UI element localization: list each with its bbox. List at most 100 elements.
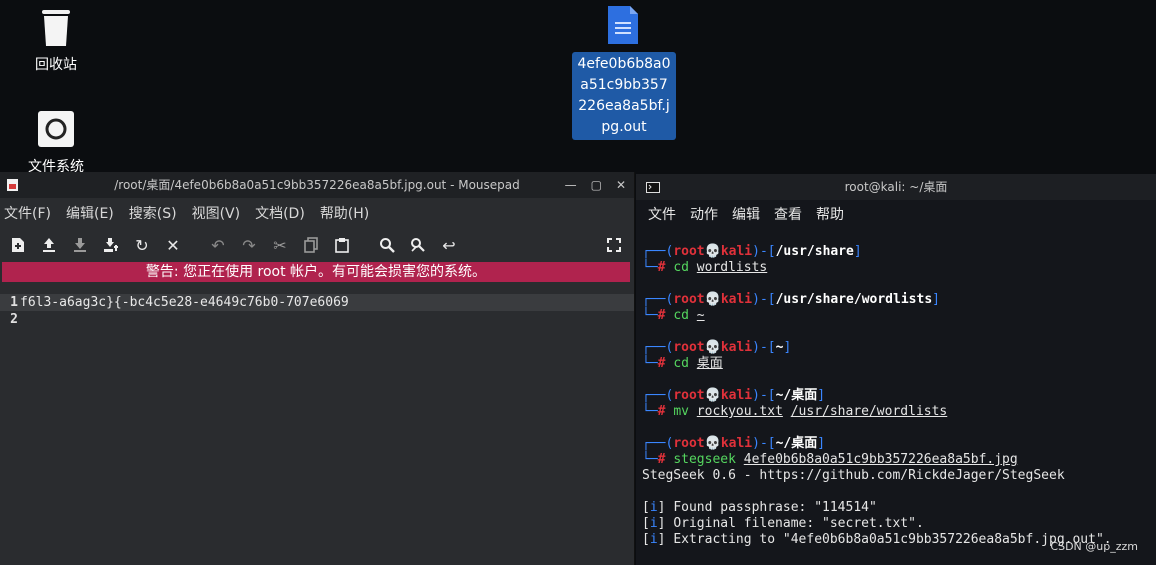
terminal-titlebar[interactable]: root@kali: ~/桌面 (636, 174, 1156, 200)
output-line: StegSeek 0.6 - https://github.com/Rickde… (642, 468, 1065, 483)
term-menu-edit[interactable]: 编辑 (732, 204, 760, 224)
mousepad-menubar: 文件(F) 编辑(E) 搜索(S) 视图(V) 文档(D) 帮助(H) (0, 198, 634, 228)
desktop-icon-label: 回收站 (35, 57, 77, 73)
command-arg: 4efe0b6b8a0a51c9bb357226ea8a5bf.jpg (743, 452, 1018, 467)
menu-help[interactable]: 帮助(H) (320, 203, 369, 223)
redo-icon[interactable]: ↷ (237, 233, 261, 257)
term-menu-action[interactable]: 动作 (690, 204, 718, 224)
term-menu-view[interactable]: 查看 (774, 204, 802, 224)
prompt-host: kali (720, 436, 753, 451)
drive-icon (38, 111, 74, 147)
prompt-host: kali (720, 388, 753, 403)
prompt-user: root (673, 388, 705, 403)
new-document-icon[interactable] (6, 233, 30, 257)
info-tag: i (649, 516, 658, 531)
prompt-line: ┌──(root💀kali)-[~/桌面] (642, 388, 826, 403)
fullscreen-icon[interactable] (602, 233, 626, 257)
find-replace-icon[interactable] (406, 233, 430, 257)
document-icon (608, 6, 638, 44)
mousepad-toolbar: ↻ ✕ ↶ ↷ ✂ ↩ (0, 228, 634, 262)
command-arg: /usr/share/wordlists (790, 404, 948, 419)
prompt-line: ┌──(root💀kali)-[~/桌面] (642, 436, 826, 451)
goto-line-icon[interactable]: ↩ (437, 233, 461, 257)
terminal-app-icon (646, 182, 660, 193)
command: stegseek (673, 452, 736, 467)
prompt-user: root (673, 436, 705, 451)
prompt-dir: /usr/share/wordlists (775, 292, 933, 307)
prompt-user: root (673, 340, 705, 355)
editor-line: 1 f6l3-a6ag3c}{-bc4c5e28-e4649c76b0-707e… (0, 294, 634, 311)
prompt-host: kali (720, 244, 753, 259)
copy-icon[interactable] (299, 233, 323, 257)
cut-icon[interactable]: ✂ (268, 233, 292, 257)
root-warning-bar: 警告: 您正在使用 root 帐户。有可能会损害您的系统。 (2, 262, 630, 282)
menu-document[interactable]: 文档(D) (255, 203, 305, 223)
paste-icon[interactable] (330, 233, 354, 257)
prompt-dir: ~/桌面 (775, 388, 818, 403)
desktop-icon-filesystem[interactable]: 文件系统 (20, 110, 92, 172)
line-number: 2 (10, 312, 18, 327)
undo-icon[interactable]: ↶ (206, 233, 230, 257)
info-tag: i (649, 500, 658, 515)
watermark: CSDN @up_zzm (1050, 540, 1138, 553)
line-number: 1 (10, 295, 18, 310)
mousepad-app-icon (7, 179, 18, 191)
info-tag: i (649, 532, 658, 547)
text-editor[interactable]: 1 f6l3-a6ag3c}{-bc4c5e28-e4649c76b0-707e… (0, 294, 634, 565)
extracting-to: Extracting to "4efe0b6b8a0a51c9bb357226e… (673, 532, 1112, 547)
command-arg: wordlists (696, 260, 768, 275)
command-arg: rockyou.txt (696, 404, 783, 419)
output-line: [i] Found passphrase: "114514" (642, 500, 877, 515)
menu-search[interactable]: 搜索(S) (129, 203, 177, 223)
prompt-host: kali (720, 292, 753, 307)
search-icon[interactable] (375, 233, 399, 257)
terminal-menubar: 文件 动作 编辑 查看 帮助 (636, 200, 1156, 228)
open-file-icon[interactable] (37, 233, 61, 257)
term-menu-help[interactable]: 帮助 (816, 204, 844, 224)
prompt-line: ┌──(root💀kali)-[/usr/share] (642, 244, 862, 259)
save-icon[interactable] (68, 233, 92, 257)
menu-edit[interactable]: 编辑(E) (66, 203, 114, 223)
found-passphrase: Found passphrase: "114514" (673, 500, 877, 515)
prompt-line: ┌──(root💀kali)-[/usr/share/wordlists] (642, 292, 940, 307)
command: mv (673, 404, 689, 419)
menu-view[interactable]: 视图(V) (192, 203, 241, 223)
command-line: └─# cd ~ (642, 308, 705, 323)
term-menu-file[interactable]: 文件 (648, 204, 676, 224)
maximize-icon[interactable]: ▢ (591, 172, 602, 198)
command-line: └─# cd 桌面 (642, 356, 723, 371)
window-title: root@kali: ~/桌面 (844, 180, 948, 194)
reload-icon[interactable]: ↻ (130, 233, 154, 257)
window-title: /root/桌面/4efe0b6b8a0a51c9bb357226ea8a5bf… (114, 178, 520, 192)
original-filename: Original filename: "secret.txt". (673, 516, 924, 531)
prompt-line: ┌──(root💀kali)-[~] (642, 340, 792, 355)
close-document-icon[interactable]: ✕ (161, 233, 185, 257)
prompt-dir: /usr/share (775, 244, 854, 259)
command: cd (673, 308, 689, 323)
prompt-dir: ~/桌面 (775, 436, 818, 451)
desktop-icon-label: 4efe0b6b8a0a51c9bb357226ea8a5bf.jpg.out (572, 52, 676, 140)
command: cd (673, 260, 689, 275)
desktop-icon-label: 文件系统 (28, 159, 84, 172)
close-icon[interactable]: ✕ (616, 172, 626, 198)
command-line: └─# cd wordlists (642, 260, 768, 275)
line-text: f6l3-a6ag3c}{-bc4c5e28-e4649c76b0-707e60… (20, 295, 349, 310)
mousepad-window: /root/桌面/4efe0b6b8a0a51c9bb357226ea8a5bf… (0, 172, 635, 565)
menu-file[interactable]: 文件(F) (4, 203, 51, 223)
trash-icon (42, 10, 70, 46)
terminal-window: root@kali: ~/桌面 文件 动作 编辑 查看 帮助 ┌──(root💀… (636, 174, 1156, 565)
prompt-host: kali (720, 340, 753, 355)
command-line: └─# mv rockyou.txt /usr/share/wordlists (642, 404, 948, 419)
save-as-icon[interactable] (99, 233, 123, 257)
output-line: [i] Original filename: "secret.txt". (642, 516, 924, 531)
desktop-icon-trash[interactable]: 回收站 (20, 4, 92, 74)
terminal-output[interactable]: ┌──(root💀kali)-[/usr/share] └─# cd wordl… (642, 244, 1156, 565)
desktop-icon-file-selected[interactable]: 4efe0b6b8a0a51c9bb357226ea8a5bf.jpg.out (572, 4, 676, 140)
command-arg: ~ (696, 308, 705, 323)
editor-line: 2 (0, 311, 634, 328)
command: cd (673, 356, 689, 371)
command-arg: 桌面 (696, 356, 723, 371)
command-line: └─# stegseek 4efe0b6b8a0a51c9bb357226ea8… (642, 452, 1018, 467)
minimize-icon[interactable]: — (565, 172, 577, 198)
mousepad-titlebar[interactable]: /root/桌面/4efe0b6b8a0a51c9bb357226ea8a5bf… (0, 172, 634, 198)
